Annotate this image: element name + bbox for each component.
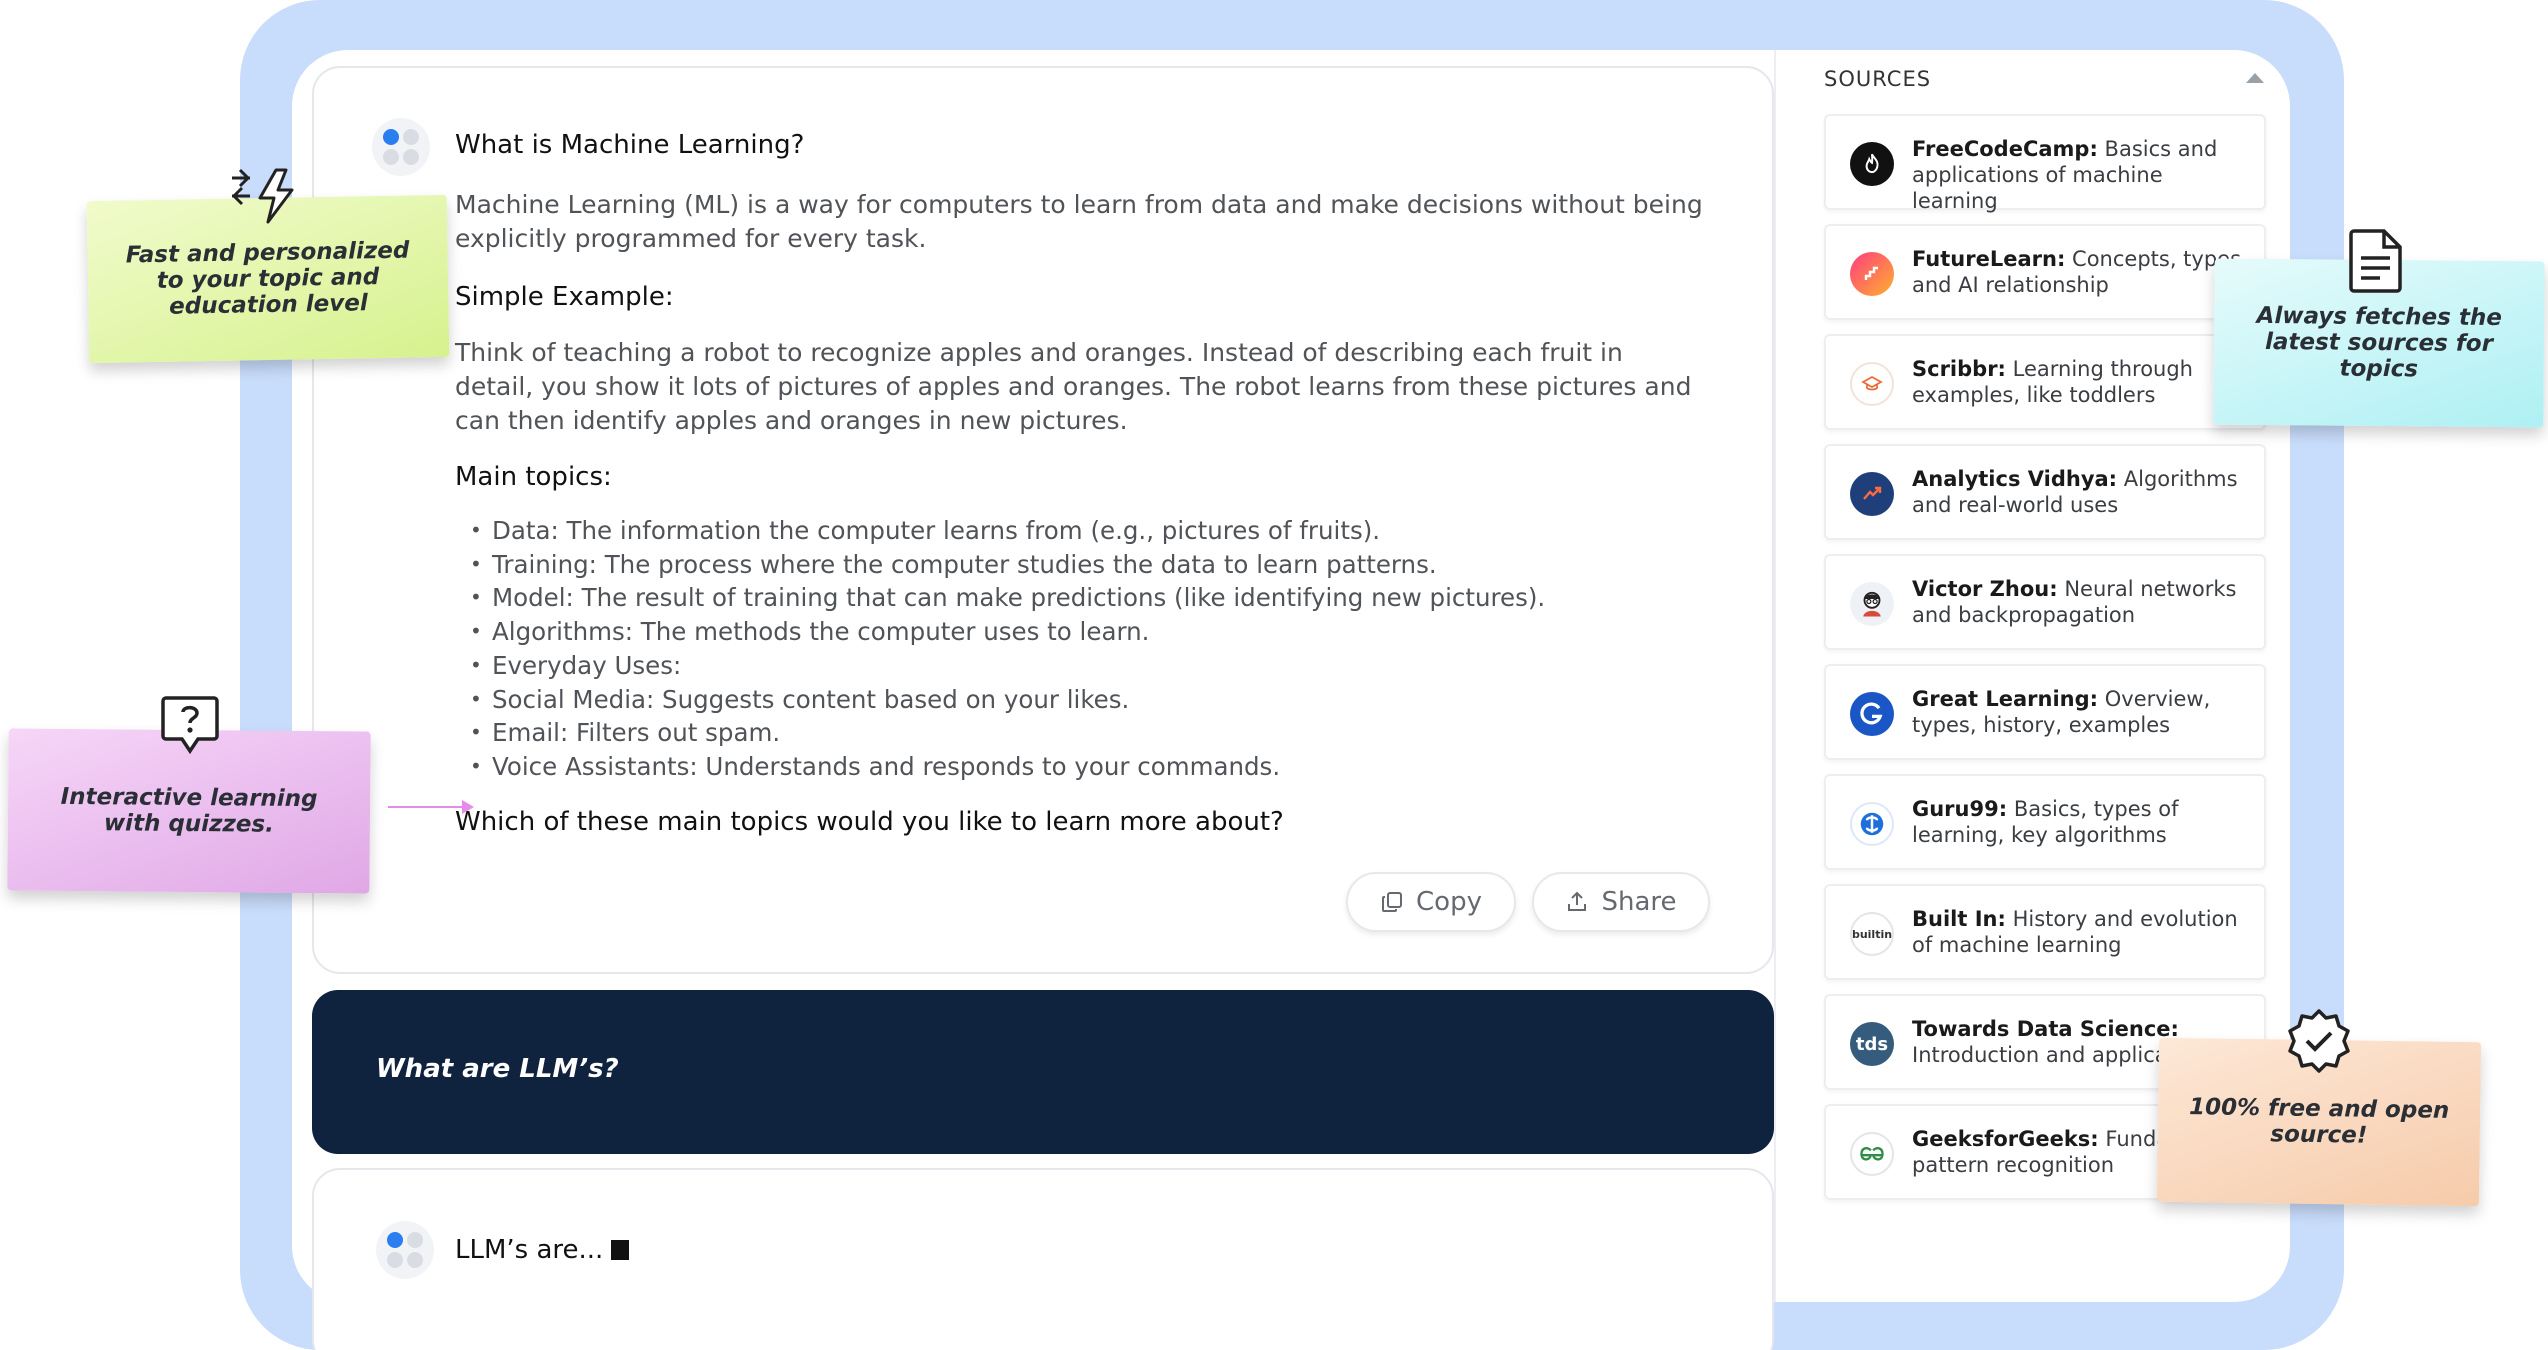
connector-arrow: [388, 800, 474, 814]
answer-intro: Machine Learning (ML) is a way for compu…: [455, 190, 1703, 253]
sources-title: SOURCES: [1824, 67, 1932, 91]
built-in-logo: builtin: [1850, 912, 1894, 956]
source-card-futurelearn[interactable]: FutureLearn: Concepts, types, and AI rel…: [1824, 224, 2266, 320]
verified-badge-icon: [2288, 1009, 2350, 1073]
guru99-icon: [1850, 802, 1894, 846]
source-card-scribbr[interactable]: Scribbr: Learning through examples, like…: [1824, 334, 2266, 430]
source-text: FutureLearn: Concepts, types, and AI rel…: [1912, 247, 2248, 297]
source-text: Great Learning: Overview, types, history…: [1912, 687, 2211, 737]
streaming-answer: LLM’s are...: [455, 1235, 630, 1265]
simple-example-heading: Simple Example:: [455, 282, 674, 312]
copy-label: Copy: [1416, 887, 1482, 917]
assistant-avatar: [372, 118, 430, 176]
source-text: FreeCodeCamp: Basics and applications of…: [1912, 137, 2218, 213]
trend-arrow-icon: [1850, 472, 1894, 516]
main-topics-heading: Main topics:: [455, 462, 612, 492]
collapse-caret-icon[interactable]: [2246, 73, 2264, 83]
topics-list: Data: The information the computer learn…: [470, 514, 1545, 784]
source-text: Guru99: Basics, types of learning, key a…: [1912, 797, 2179, 847]
list-item: Data: The information the computer learn…: [470, 514, 1545, 548]
graduation-cap-icon: [1850, 362, 1894, 406]
follow-up-question: Which of these main topics would you lik…: [455, 807, 1284, 837]
simple-example-body: Think of teaching a robot to recognize a…: [455, 338, 1692, 435]
list-item: Algorithms: The methods the computer use…: [470, 615, 1545, 649]
source-card-victor-zhou[interactable]: Victor Zhou: Neural networks and backpro…: [1824, 554, 2266, 650]
tds-logo: tds: [1850, 1022, 1894, 1066]
source-card-freecodecamp[interactable]: FreeCodeCamp: Basics and applications of…: [1824, 114, 2266, 213]
list-item: Email: Filters out spam.: [470, 716, 1545, 750]
source-text: Analytics Vidhya: Algorithms and real-wo…: [1912, 467, 2238, 517]
question-bubble-icon: [161, 696, 219, 755]
list-item: Model: The result of training that can m…: [470, 581, 1545, 615]
user-message: What are LLM’s?: [312, 990, 1774, 1154]
person-avatar-icon: [1850, 582, 1894, 626]
source-card-guru99[interactable]: Guru99: Basics, types of learning, key a…: [1824, 774, 2266, 870]
share-icon: [1568, 891, 1587, 911]
source-text: Scribbr: Learning through examples, like…: [1912, 357, 2193, 407]
list-item: Everyday Uses:: [470, 649, 1545, 683]
copy-button[interactable]: Copy: [1346, 872, 1516, 932]
list-item: Voice Assistants: Understands and respon…: [470, 750, 1545, 784]
list-item: Training: The process where the computer…: [470, 548, 1545, 582]
source-card-built-in[interactable]: builtin Built In: History and evolution …: [1824, 884, 2266, 980]
document-icon: [2349, 229, 2402, 293]
source-text: Built In: History and evolution of machi…: [1912, 907, 2238, 957]
futurelearn-icon: [1850, 252, 1894, 296]
great-learning-icon: [1850, 692, 1894, 736]
lightning-icon: [231, 168, 294, 224]
typing-cursor: [611, 1240, 630, 1260]
share-button[interactable]: Share: [1532, 872, 1710, 932]
flame-icon: [1850, 142, 1894, 186]
assistant-avatar: [376, 1221, 434, 1279]
streaming-answer-text: LLM’s are...: [455, 1235, 604, 1265]
share-label: Share: [1601, 887, 1677, 917]
user-message-text: What are LLM’s?: [376, 1054, 619, 1084]
source-text: Victor Zhou: Neural networks and backpro…: [1912, 577, 2237, 627]
panel-divider: [1774, 50, 1776, 1302]
source-card-analytics-vidhya[interactable]: Analytics Vidhya: Algorithms and real-wo…: [1824, 444, 2266, 540]
question-title: What is Machine Learning?: [455, 130, 805, 160]
copy-icon: [1382, 892, 1403, 912]
list-item: Social Media: Suggests content based on …: [470, 683, 1545, 717]
geeks-icon: [1850, 1132, 1894, 1176]
source-card-great-learning[interactable]: Great Learning: Overview, types, history…: [1824, 664, 2266, 760]
